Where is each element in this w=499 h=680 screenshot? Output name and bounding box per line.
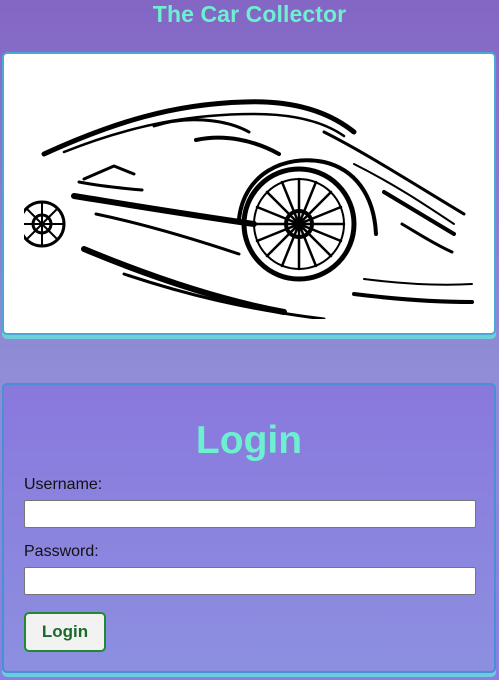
- password-label: Password:: [24, 543, 99, 560]
- login-heading: Login: [195, 419, 303, 462]
- login-button[interactable]: Login: [24, 612, 106, 652]
- sports-car-illustration: [24, 99, 474, 319]
- site-title: The Car Collector: [152, 1, 347, 27]
- login-form-card: Login Username: Password: Login: [2, 383, 496, 673]
- hero-image-card: [2, 52, 496, 335]
- username-input[interactable]: [24, 500, 476, 528]
- username-label: Username:: [24, 476, 103, 493]
- password-input[interactable]: [24, 567, 476, 595]
